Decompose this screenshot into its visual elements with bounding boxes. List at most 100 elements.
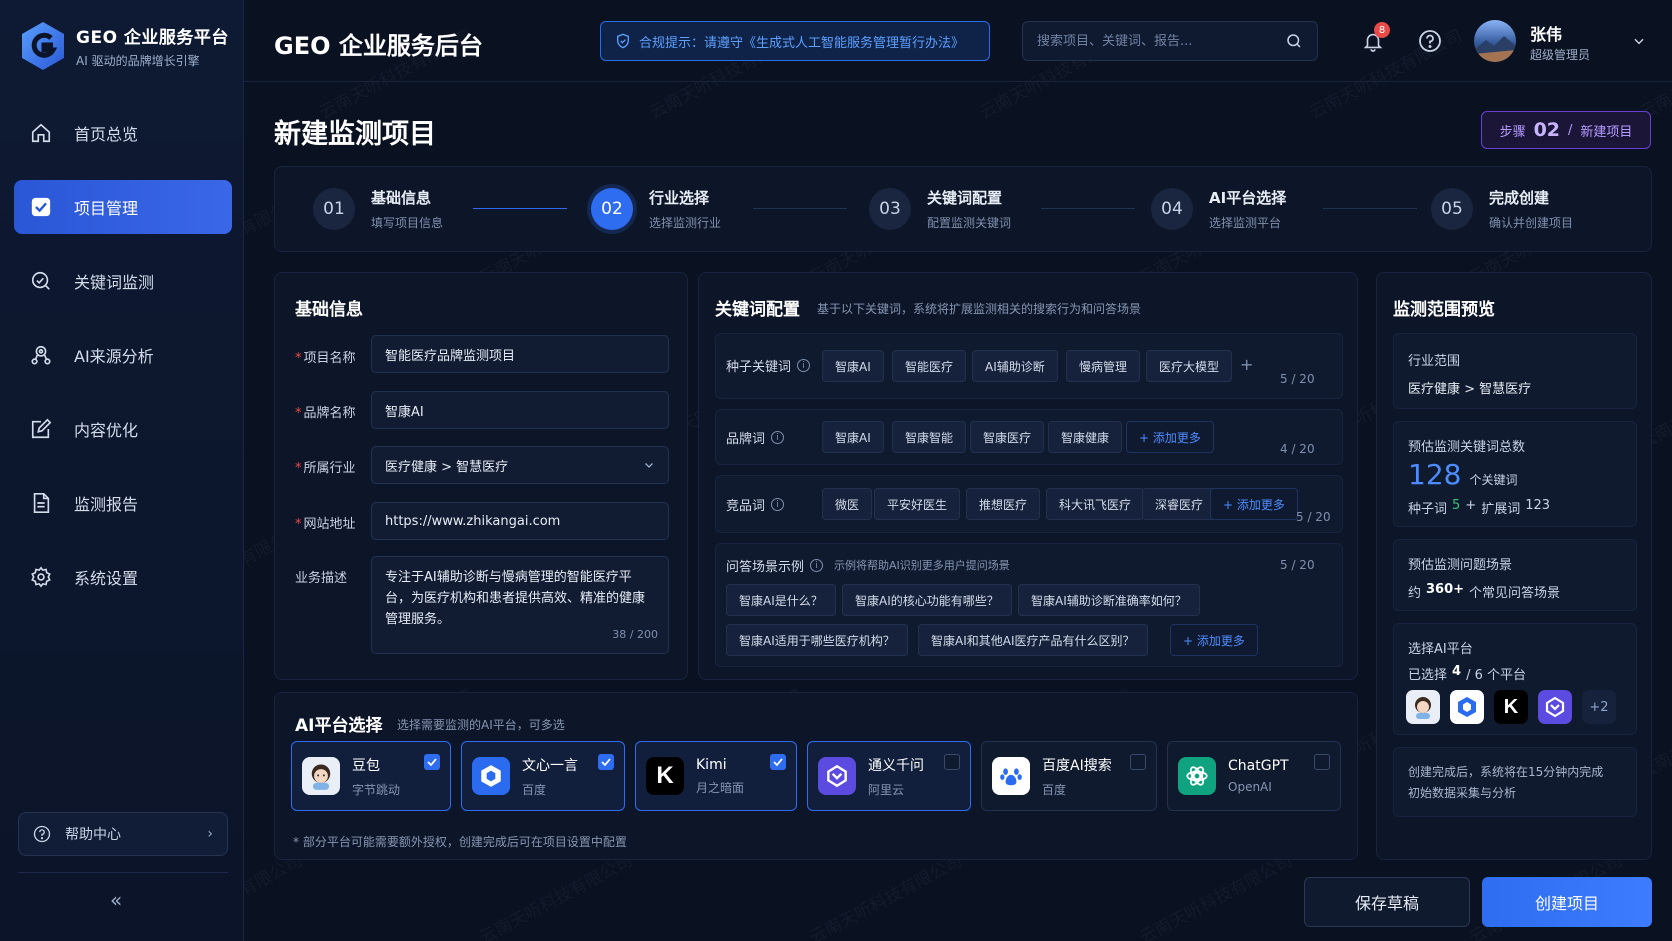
step-4-number: 04 — [1151, 188, 1193, 230]
creation-note-text: 创建完成后，系统将在15分钟内完成初始数据采集与分析 — [1408, 765, 1604, 800]
platform-checkbox[interactable] — [598, 754, 614, 770]
sidebar-divider — [18, 872, 228, 873]
check-icon — [773, 758, 783, 767]
seed-tag[interactable]: AI辅助诊断 — [972, 350, 1058, 382]
qa-tag[interactable]: 智康AI和其他AI医疗产品有什么区别？ — [918, 624, 1148, 656]
search-input[interactable] — [1037, 33, 1285, 49]
step-2[interactable]: 02 行业选择 选择监测行业 — [591, 187, 721, 231]
qa-scenario-row: 问答场景示例 i 示例将帮助AI识别更多用户提问场景 5 / 20 智康AI是什么… — [715, 543, 1343, 667]
question-icon[interactable] — [1418, 29, 1442, 53]
notification-badge: 8 — [1374, 22, 1390, 38]
competitor-tag[interactable]: 平安好医生 — [874, 488, 961, 520]
question-icon — [33, 825, 51, 843]
add-seed-button[interactable]: + — [1240, 355, 1253, 374]
seed-tag[interactable]: 医疗大模型 — [1146, 350, 1233, 382]
competitor-tag[interactable]: 推想医疗 — [966, 488, 1041, 520]
create-project-button[interactable]: 创建项目 — [1482, 877, 1652, 927]
report-icon — [28, 490, 54, 516]
step-5[interactable]: 05 完成创建 确认并创建项目 — [1431, 187, 1573, 231]
user-name: 张伟 — [1530, 25, 1563, 44]
platform-vendor: OpenAI — [1228, 780, 1272, 794]
step-prefix: 步骤 — [1499, 124, 1526, 140]
logo[interactable]: GEO 企业服务平台 AI 驱动的品牌增长引擎 — [20, 20, 229, 72]
step-1[interactable]: 01 基础信息 填写项目信息 — [313, 187, 443, 231]
platform-summary-label: 选择AI平台 — [1408, 642, 1473, 657]
platform-checkbox[interactable] — [1130, 754, 1146, 770]
platform-kimi[interactable]: K Kimi 月之暗面 — [635, 741, 797, 811]
brand-name-label: * 品牌名称 — [295, 406, 356, 421]
step-3-number: 03 — [869, 188, 911, 230]
seed-tag[interactable]: 慢病管理 — [1066, 350, 1141, 382]
brand-tag[interactable]: 智康AI — [822, 421, 884, 453]
sidebar-item-label: 首页总览 — [74, 125, 139, 144]
compliance-notice[interactable]: 合规提示：请遵守《生成式人工智能服务管理暂行办法》 — [600, 21, 990, 61]
sidebar-item-settings[interactable]: 系统设置 — [14, 550, 232, 604]
brand-name-input[interactable]: 智康AI — [371, 391, 669, 429]
help-center-button[interactable]: 帮助中心 › — [18, 812, 228, 856]
platform-name: ChatGPT — [1228, 758, 1289, 774]
collapse-sidebar-button[interactable]: « — [110, 888, 122, 912]
seed-keyword-row: 种子关键词 i 智康AI 智能医疗 AI辅助诊断 慢病管理 医疗大模型 + 5 /… — [715, 333, 1343, 399]
search-icon[interactable] — [1285, 32, 1303, 50]
platform-doubao[interactable]: 豆包 字节跳动 — [291, 741, 451, 811]
step-2-number: 02 — [591, 188, 633, 230]
industry-select[interactable]: 医疗健康 > 智慧医疗 — [371, 446, 669, 484]
platform-checkbox[interactable] — [1314, 754, 1330, 770]
qa-tag[interactable]: 智康AI的核心功能有哪些？ — [842, 584, 1012, 616]
info-icon: i — [810, 559, 824, 572]
brand-tag[interactable]: 智康健康 — [1048, 421, 1123, 453]
sidebar-item-ai-source[interactable]: AI来源分析 — [14, 328, 232, 382]
competitor-tag[interactable]: 微医 — [822, 488, 873, 520]
platform-checkbox[interactable] — [424, 754, 440, 770]
step-3-sub: 配置监测关键词 — [927, 216, 1012, 230]
brand-tag[interactable]: 智康智能 — [892, 421, 967, 453]
platform-selected-count: 4 — [1452, 664, 1462, 679]
platform-chatgpt[interactable]: ChatGPT OpenAI — [1167, 741, 1341, 811]
qa-tag[interactable]: 智康AI适用于哪些医疗机构？ — [726, 624, 908, 656]
sidebar-item-keyword-monitor[interactable]: 关键词监测 — [14, 254, 232, 308]
seed-tag[interactable]: 智能医疗 — [892, 350, 967, 382]
sidebar-nav: 首页总览 项目管理 关键词监测 AI来源分析 内容优化 监测报告 系统设置 — [14, 106, 232, 624]
platform-checkbox[interactable] — [770, 754, 786, 770]
save-draft-button[interactable]: 保存草稿 — [1304, 877, 1470, 927]
keyword-config-title: 关键词配置 — [715, 300, 800, 320]
sidebar-item-content[interactable]: 内容优化 — [14, 402, 232, 456]
qa-estimate-prefix: 约 — [1408, 586, 1422, 601]
competitor-tag[interactable]: 科大讯飞医疗 — [1046, 488, 1145, 520]
business-desc-textarea[interactable]: 专注于AI辅助诊断与慢病管理的智能医疗平台，为医疗机构和患者提供高效、精准的健康… — [371, 556, 669, 654]
add-qa-button[interactable]: + 添加更多 — [1170, 624, 1258, 656]
keyword-config-card: 关键词配置 基于以下关键词，系统将扩展监测相关的搜索行为和问答场景 种子关键词 i… — [698, 272, 1358, 680]
industry-label: * 所属行业 — [295, 461, 356, 476]
competitor-tag[interactable]: 深睿医疗 — [1142, 488, 1217, 520]
chevron-down-icon[interactable] — [1632, 34, 1646, 48]
platform-tongyi[interactable]: 通义千问 阿里云 — [807, 741, 971, 811]
avatar[interactable] — [1474, 20, 1516, 62]
platform-checkbox[interactable] — [944, 754, 960, 770]
website-input[interactable]: https://www.zhikangai.com — [371, 502, 669, 540]
tongyi-logo-icon — [1538, 690, 1572, 724]
platform-name: Kimi — [696, 756, 727, 773]
platform-wenxin[interactable]: 文心一言 百度 — [461, 741, 625, 811]
wenxin-logo-icon — [472, 757, 510, 795]
seed-word-label: 种子词 — [1408, 502, 1448, 517]
step-3[interactable]: 03 关键词配置 配置监测关键词 — [869, 187, 1011, 231]
sidebar-item-home[interactable]: 首页总览 — [14, 106, 232, 160]
qa-tag[interactable]: 智康AI是什么？ — [726, 584, 836, 616]
home-icon — [28, 120, 54, 146]
project-name-input[interactable]: 智能医疗品牌监测项目 — [371, 335, 669, 373]
basic-info-card: 基础信息 * 项目名称 智能医疗品牌监测项目 * 品牌名称 智康AI * 所属行业 医… — [274, 272, 688, 680]
platform-baidu-ai-search[interactable]: 百度AI搜索 百度 — [981, 741, 1157, 811]
step-4[interactable]: 04 AI平台选择 选择监测平台 — [1151, 187, 1286, 231]
sidebar-item-label: 监测报告 — [74, 495, 139, 514]
add-competitor-button[interactable]: + 添加更多 — [1210, 488, 1298, 520]
sidebar-item-projects[interactable]: 项目管理 — [14, 180, 232, 234]
add-brand-button[interactable]: + 添加更多 — [1126, 421, 1214, 453]
qa-tag[interactable]: 智康AI辅助诊断准确率如何？ — [1018, 584, 1200, 616]
sidebar-item-reports[interactable]: 监测报告 — [14, 476, 232, 530]
global-search[interactable] — [1022, 21, 1318, 61]
brand-tag[interactable]: 智康医疗 — [970, 421, 1045, 453]
seed-tag[interactable]: 智康AI — [822, 350, 884, 382]
sidebar-item-label: 系统设置 — [74, 569, 139, 588]
industry-scope-label: 行业范围 — [1408, 354, 1461, 369]
logo-title: GEO 企业服务平台 — [76, 28, 229, 48]
